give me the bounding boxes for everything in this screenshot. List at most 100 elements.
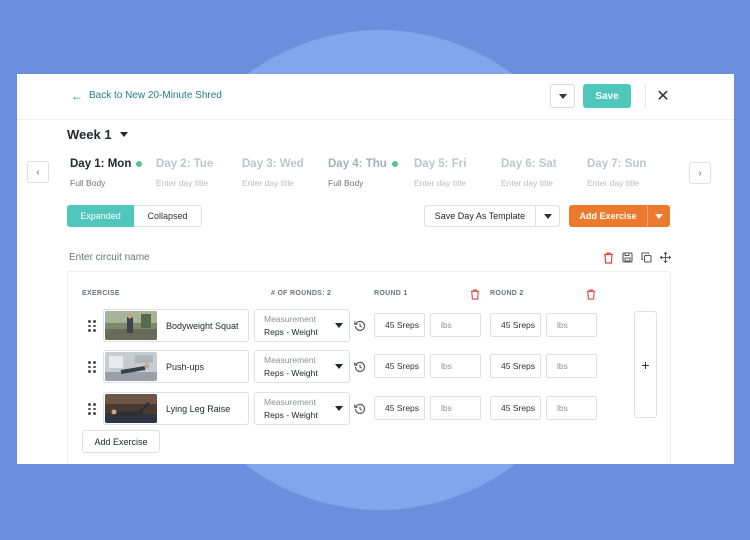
top-bar: ← Back to New 20-Minute Shred Save ✕ bbox=[17, 74, 734, 120]
round-1-weight-input[interactable]: lbs bbox=[430, 354, 481, 378]
add-exercise-to-circuit-button[interactable]: Add Exercise bbox=[82, 430, 160, 453]
save-day-as-template-button[interactable]: Save Day As Template bbox=[424, 205, 536, 227]
caret-down-icon bbox=[543, 213, 552, 219]
round-1-weight-input[interactable]: lbs bbox=[430, 313, 481, 337]
divider bbox=[645, 84, 646, 108]
trash-icon[interactable] bbox=[586, 287, 596, 305]
history-icon[interactable] bbox=[354, 402, 366, 415]
measurement-select[interactable]: Measurement Reps - Weight bbox=[254, 392, 350, 425]
rounds-column-header[interactable]: # OF ROUNDS: 2 bbox=[271, 290, 331, 297]
day-tab[interactable]: Day 5: Fri Enter day title bbox=[414, 158, 498, 188]
day-name: Day 4: Thu bbox=[328, 158, 387, 170]
day-tab-label: Day 2: Tue bbox=[156, 158, 240, 170]
view-toggle: Expanded Collapsed bbox=[67, 205, 202, 227]
day-tab[interactable]: Day 3: Wed Enter day title bbox=[242, 158, 326, 188]
round-2-reps-input[interactable]: 45 Sreps bbox=[490, 313, 541, 337]
expanded-toggle[interactable]: Expanded bbox=[67, 205, 134, 227]
day-tab-label: Day 1: Mon bbox=[70, 158, 154, 170]
move-icon[interactable] bbox=[659, 251, 672, 264]
copy-icon[interactable] bbox=[640, 251, 653, 264]
measurement-select[interactable]: Measurement Reps - Weight bbox=[254, 350, 350, 383]
day-tab[interactable]: Day 7: Sun Enter day title bbox=[587, 158, 671, 188]
save-options-dropdown[interactable] bbox=[550, 84, 575, 108]
exercise-column-header: EXERCISE bbox=[82, 290, 120, 297]
day-name: Day 2: Tue bbox=[156, 158, 214, 170]
back-link-label: Back to New 20-Minute Shred bbox=[89, 90, 222, 101]
round-2-reps-input[interactable]: 45 Sreps bbox=[490, 396, 541, 420]
day-tab[interactable]: Day 4: Thu Full Body bbox=[328, 158, 412, 188]
round-1-header: ROUND 1 bbox=[374, 290, 408, 297]
add-exercise-group: Add Exercise bbox=[569, 205, 670, 227]
measurement-select[interactable]: Measurement Reps - Weight bbox=[254, 309, 350, 342]
day-tab-label: Day 4: Thu bbox=[328, 158, 412, 170]
history-icon[interactable] bbox=[354, 360, 366, 373]
prev-days-button[interactable]: ‹ bbox=[27, 161, 49, 183]
round-2-reps-input[interactable]: 45 Sreps bbox=[490, 354, 541, 378]
circuit-name-input[interactable]: Enter circuit name bbox=[69, 252, 150, 263]
drag-handle-icon[interactable] bbox=[88, 361, 96, 373]
close-icon[interactable]: ✕ bbox=[653, 86, 673, 106]
back-link[interactable]: ← Back to New 20-Minute Shred bbox=[71, 90, 222, 102]
day-tab[interactable]: Day 6: Sat Enter day title bbox=[501, 158, 585, 188]
exercise-name: Bodyweight Squat bbox=[166, 320, 239, 331]
exercise-row: Push-ups Measurement Reps - Weight 45 Sreps… bbox=[68, 350, 668, 384]
round-1-reps-input[interactable]: 45 Sreps bbox=[374, 396, 425, 420]
exercise-name: Push-ups bbox=[166, 361, 205, 372]
day-tab-label: Day 6: Sat bbox=[501, 158, 585, 170]
next-days-button[interactable]: › bbox=[689, 162, 711, 184]
day-name: Day 7: Sun bbox=[587, 158, 647, 170]
template-options-dropdown[interactable] bbox=[536, 205, 560, 227]
drag-handle-icon[interactable] bbox=[88, 320, 96, 332]
round-2-weight-input[interactable]: lbs bbox=[546, 354, 597, 378]
round-1-reps-input[interactable]: 45 Sreps bbox=[374, 313, 425, 337]
day-title: Full Body bbox=[328, 178, 364, 188]
exercise-card[interactable]: Lying Leg Raise bbox=[103, 392, 249, 425]
caret-down-icon bbox=[335, 406, 343, 411]
exercise-row: Lying Leg Raise Measurement Reps - Weight 4… bbox=[68, 392, 668, 426]
day-title: Enter day title bbox=[501, 178, 553, 188]
day-tab-label: Day 3: Wed bbox=[242, 158, 326, 170]
day-title: Enter day title bbox=[156, 178, 208, 188]
circuit-tools bbox=[602, 251, 672, 264]
add-exercise-button[interactable]: Add Exercise bbox=[569, 205, 647, 227]
exercise-card[interactable]: Bodyweight Squat bbox=[103, 309, 249, 342]
round-2-weight-input[interactable]: lbs bbox=[546, 396, 597, 420]
round-2-weight-input[interactable]: lbs bbox=[546, 313, 597, 337]
exercise-name: Lying Leg Raise bbox=[166, 403, 231, 414]
week-selector[interactable]: Week 1 bbox=[67, 127, 128, 142]
day-name: Day 5: Fri bbox=[414, 158, 467, 170]
day-name: Day 3: Wed bbox=[242, 158, 304, 170]
week-label: Week 1 bbox=[67, 127, 112, 142]
day-tab-label: Day 5: Fri bbox=[414, 158, 498, 170]
round-1-weight-input[interactable]: lbs bbox=[430, 396, 481, 420]
exercise-thumbnail bbox=[105, 311, 157, 340]
day-tab-label: Day 7: Sun bbox=[587, 158, 671, 170]
collapsed-toggle[interactable]: Collapsed bbox=[134, 205, 202, 227]
completed-dot-icon bbox=[391, 161, 398, 167]
add-exercise-dropdown[interactable] bbox=[647, 205, 670, 227]
save-button[interactable]: Save bbox=[583, 84, 631, 108]
exercise-row: Bodyweight Squat Measurement Reps - Weight… bbox=[68, 309, 668, 343]
measurement-label: Measurement bbox=[264, 314, 316, 324]
caret-down-icon bbox=[119, 132, 128, 137]
caret-down-icon bbox=[335, 364, 343, 369]
day-title: Enter day title bbox=[587, 178, 639, 188]
exercise-thumbnail bbox=[105, 394, 157, 423]
day-title: Enter day title bbox=[242, 178, 294, 188]
save-icon[interactable] bbox=[621, 251, 634, 264]
measurement-label: Measurement bbox=[264, 355, 316, 365]
day-tab[interactable]: Day 2: Tue Enter day title bbox=[156, 158, 240, 188]
save-template-group: Save Day As Template bbox=[424, 205, 560, 227]
measurement-value: Reps - Weight bbox=[264, 410, 318, 420]
add-round-button[interactable]: + bbox=[634, 311, 657, 418]
day-tab[interactable]: Day 1: Mon Full Body bbox=[70, 158, 154, 188]
circuit-card: EXERCISE # OF ROUNDS: 2 ROUND 1 ROUND 2 … bbox=[67, 271, 671, 464]
trash-icon[interactable] bbox=[602, 251, 615, 264]
round-1-reps-input[interactable]: 45 Sreps bbox=[374, 354, 425, 378]
trash-icon[interactable] bbox=[470, 287, 480, 305]
measurement-value: Reps - Weight bbox=[264, 368, 318, 378]
history-icon[interactable] bbox=[354, 319, 366, 332]
exercise-card[interactable]: Push-ups bbox=[103, 350, 249, 383]
exercise-thumbnail bbox=[105, 352, 157, 381]
drag-handle-icon[interactable] bbox=[88, 403, 96, 415]
